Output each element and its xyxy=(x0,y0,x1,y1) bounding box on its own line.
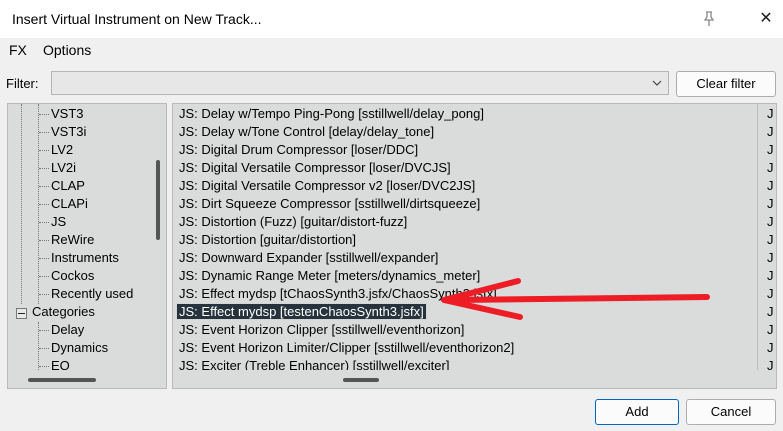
tree-guide xyxy=(39,330,49,331)
list-item-label: JS: Effect mydsp [tChaosSynth3.jsfx/Chao… xyxy=(179,286,497,301)
list-item-label: JS: Delay w/Tempo Ping-Pong [sstillwell/… xyxy=(179,106,484,121)
list-item-label: JS: Digital Versatile Compressor v2 [los… xyxy=(179,178,476,193)
list-item-label: JS: Event Horizon Limiter/Clipper [sstil… xyxy=(179,340,515,355)
list-item[interactable]: JS: Effect mydsp [tChaosSynth3.jsfx/Chao… xyxy=(177,285,499,303)
scroll-thumb[interactable] xyxy=(28,378,96,382)
menu-bar: FX Options xyxy=(0,38,783,62)
tree-guide xyxy=(39,204,49,205)
tree-guide xyxy=(39,222,49,223)
list-item-label: JS: Delay w/Tone Control [delay/delay_to… xyxy=(179,124,435,139)
tree-guide xyxy=(39,240,49,241)
list-item-type: J xyxy=(767,232,774,247)
menu-fx[interactable]: FX xyxy=(9,42,27,58)
scroll-thumb[interactable] xyxy=(343,378,379,382)
list-item-type: J xyxy=(767,196,774,211)
list-item[interactable]: JS: Delay w/Tempo Ping-Pong [sstillwell/… xyxy=(177,105,486,123)
tree-item-rewire[interactable]: ReWire xyxy=(51,231,94,249)
list-item[interactable]: JS: Digital Versatile Compressor [loser/… xyxy=(177,159,453,177)
list-item-type: J xyxy=(767,160,774,175)
list-item-label: JS: Distortion [guitar/distortion] xyxy=(179,232,357,247)
tree-guide xyxy=(39,276,49,277)
tree-item-lv2i[interactable]: LV2i xyxy=(51,159,76,177)
list-item[interactable]: JS: Distortion [guitar/distortion] xyxy=(177,231,358,249)
list-item-type: J xyxy=(767,322,774,337)
title-bar: Insert Virtual Instrument on New Track..… xyxy=(0,0,783,38)
list-item-label: JS: Dirt Squeeze Compressor [sstillwell/… xyxy=(179,196,481,211)
tree-vertical-scrollbar[interactable] xyxy=(150,104,166,370)
list-item[interactable]: JS: Event Horizon Clipper [sstillwell/ev… xyxy=(177,321,466,339)
column-divider xyxy=(757,104,758,372)
tree-horizontal-scrollbar[interactable] xyxy=(8,370,166,388)
cancel-button[interactable]: Cancel xyxy=(686,399,776,425)
tree-guide xyxy=(39,366,49,367)
list-item-type: J xyxy=(767,142,774,157)
close-button[interactable]: ✕ xyxy=(756,9,776,29)
add-button[interactable]: Add xyxy=(595,399,679,425)
tree-guide xyxy=(39,186,49,187)
tree-guide xyxy=(39,348,49,349)
list-item[interactable]: JS: Dynamic Range Meter [meters/dynamics… xyxy=(177,267,482,285)
list-item-label: JS: Distortion (Fuzz) [guitar/distort-fu… xyxy=(179,214,408,229)
menu-options[interactable]: Options xyxy=(43,42,91,58)
list-item[interactable]: JS: Digital Drum Compressor [loser/DDC] xyxy=(177,141,420,159)
filter-field[interactable] xyxy=(51,71,669,95)
list-item-label: JS: Event Horizon Clipper [sstillwell/ev… xyxy=(179,322,465,337)
list-item[interactable]: JS: Dirt Squeeze Compressor [sstillwell/… xyxy=(177,195,482,213)
pin-icon[interactable] xyxy=(700,10,718,28)
tree-guide xyxy=(39,258,49,259)
list-item[interactable]: JS: Event Horizon Limiter/Clipper [sstil… xyxy=(177,339,516,357)
tree-guide xyxy=(39,150,49,151)
category-tree[interactable]: VST3 VST3i LV2 LV2i CLAP CLAPi JS ReWire… xyxy=(7,103,167,389)
tree-item-dynamics[interactable]: Dynamics xyxy=(51,339,108,357)
list-item-type: J xyxy=(767,268,774,283)
list-item-label: JS: Digital Versatile Compressor [loser/… xyxy=(179,160,451,175)
tree-guide xyxy=(39,294,49,295)
tree-guide xyxy=(39,132,49,133)
list-item-label: JS: Dynamic Range Meter [meters/dynamics… xyxy=(179,268,481,283)
tree-guide xyxy=(39,168,49,169)
tree-item-delay[interactable]: Delay xyxy=(51,321,84,339)
tree-item-vst3[interactable]: VST3 xyxy=(51,105,84,123)
list-item-label: JS: Effect mydsp [testenChaosSynth3.jsfx… xyxy=(176,303,427,320)
list-horizontal-scrollbar[interactable] xyxy=(173,370,776,388)
tree-guide xyxy=(39,114,49,115)
list-item-type: J xyxy=(767,250,774,265)
tree-guide xyxy=(21,104,22,304)
list-item-type: J xyxy=(767,214,774,229)
list-item[interactable]: JS: Digital Versatile Compressor v2 [los… xyxy=(177,177,477,195)
list-item-type: J xyxy=(767,286,774,301)
list-item[interactable]: JS: Distortion (Fuzz) [guitar/distort-fu… xyxy=(177,213,409,231)
list-item-type: J xyxy=(767,304,774,319)
filter-input[interactable] xyxy=(54,74,644,92)
tree-item-categories[interactable]: Categories xyxy=(32,303,95,321)
window-title: Insert Virtual Instrument on New Track..… xyxy=(12,11,262,27)
list-item-selected[interactable]: JS: Effect mydsp [testenChaosSynth3.jsfx… xyxy=(176,303,427,321)
filter-label: Filter: xyxy=(6,76,39,91)
fx-list[interactable]: JS: Delay w/Tempo Ping-Pong [sstillwell/… xyxy=(172,103,777,389)
chevron-down-icon[interactable] xyxy=(650,76,664,90)
scroll-thumb[interactable] xyxy=(156,160,160,240)
tree-item-clapi[interactable]: CLAPi xyxy=(51,195,88,213)
collapse-icon[interactable] xyxy=(16,308,27,319)
tree-item-instruments[interactable]: Instruments xyxy=(51,249,119,267)
tree-item-clap[interactable]: CLAP xyxy=(51,177,85,195)
list-item-type: J xyxy=(767,106,774,121)
list-item-label: JS: Downward Expander [sstillwell/expand… xyxy=(179,250,439,265)
tree-item-cockos[interactable]: Cockos xyxy=(51,267,94,285)
tree-item-lv2[interactable]: LV2 xyxy=(51,141,73,159)
list-item-label: JS: Digital Drum Compressor [loser/DDC] xyxy=(179,142,419,157)
clear-filter-button[interactable]: Clear filter xyxy=(676,71,776,97)
tree-item-vst3i[interactable]: VST3i xyxy=(51,123,86,141)
list-item-type: J xyxy=(767,124,774,139)
list-item[interactable]: JS: Delay w/Tone Control [delay/delay_to… xyxy=(177,123,436,141)
list-item-type: J xyxy=(767,340,774,355)
list-item-type: J xyxy=(767,178,774,193)
list-item[interactable]: JS: Downward Expander [sstillwell/expand… xyxy=(177,249,440,267)
tree-item-js[interactable]: JS xyxy=(51,213,66,231)
tree-item-recently-used[interactable]: Recently used xyxy=(51,285,133,303)
